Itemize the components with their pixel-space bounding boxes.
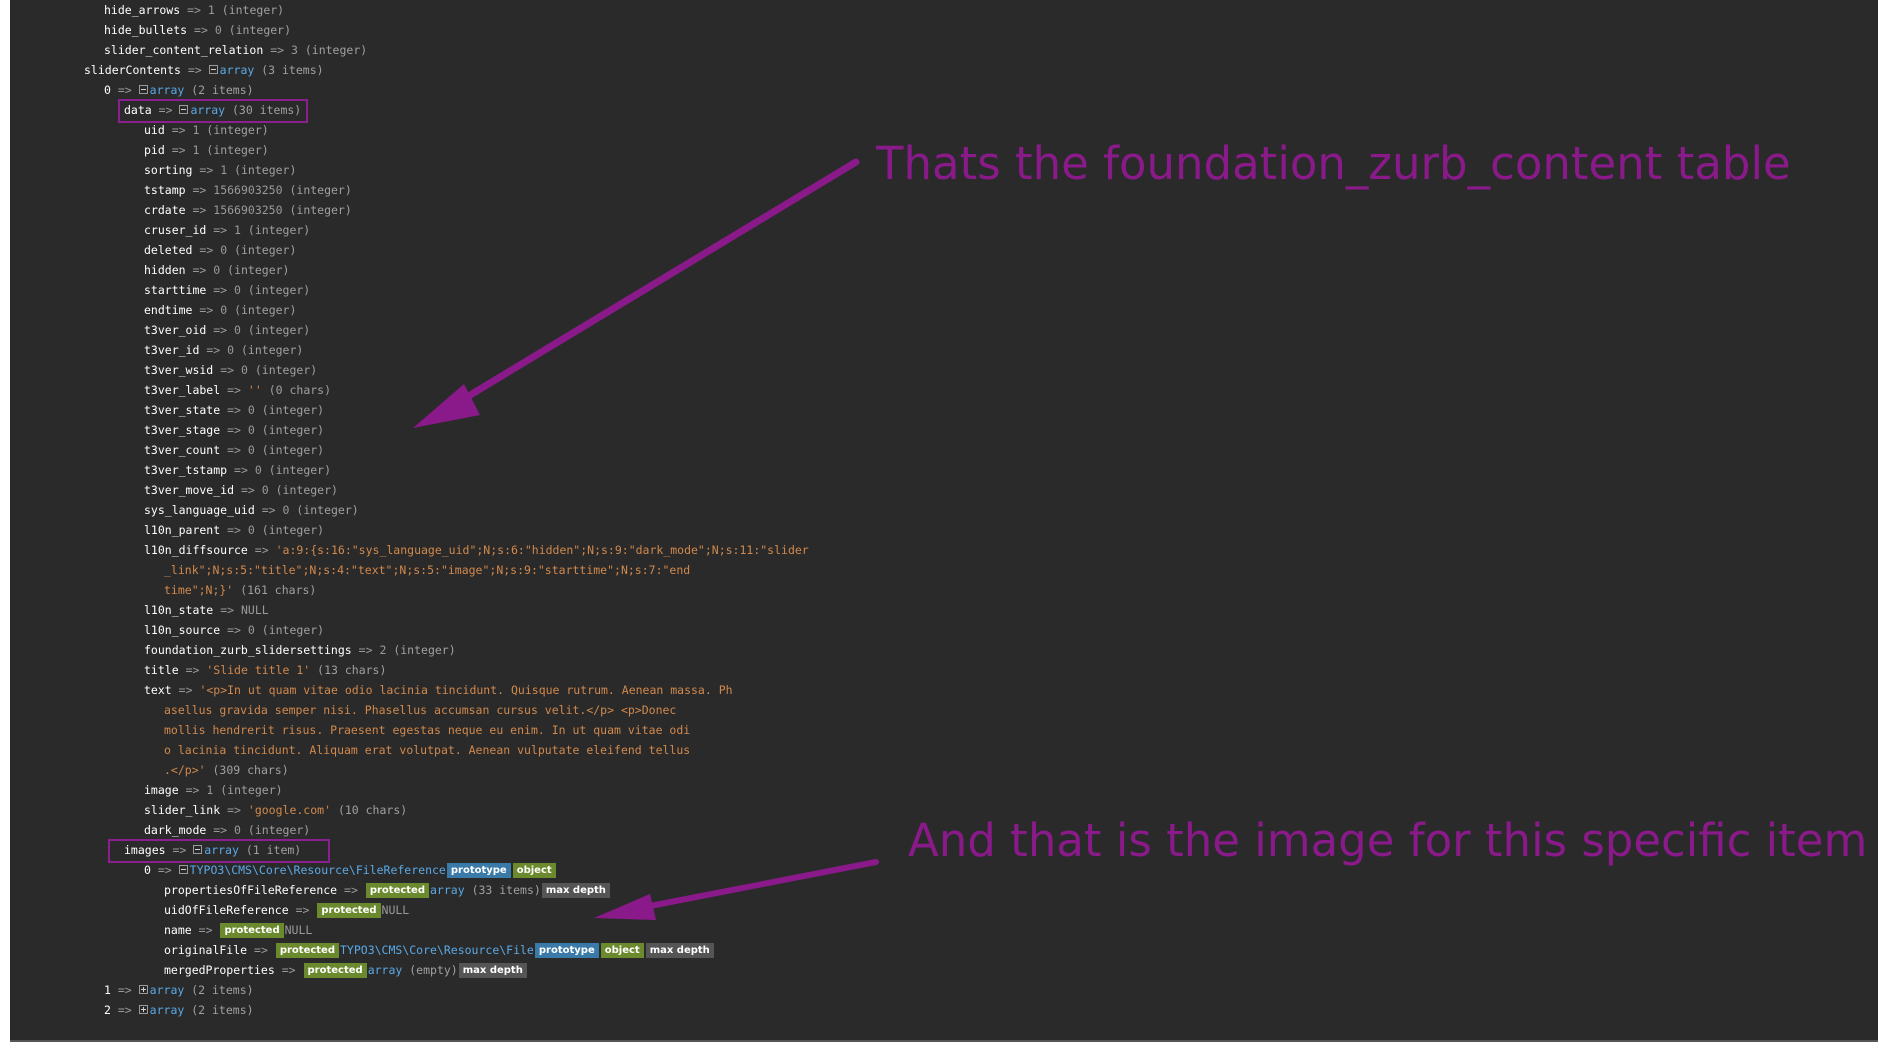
arrow-top — [413, 158, 860, 428]
arrow-bottom — [594, 859, 879, 920]
annotation-arrows — [413, 158, 879, 920]
debug-output-panel: hide_arrows => 1 (integer) hide_bullets … — [10, 0, 1878, 1042]
